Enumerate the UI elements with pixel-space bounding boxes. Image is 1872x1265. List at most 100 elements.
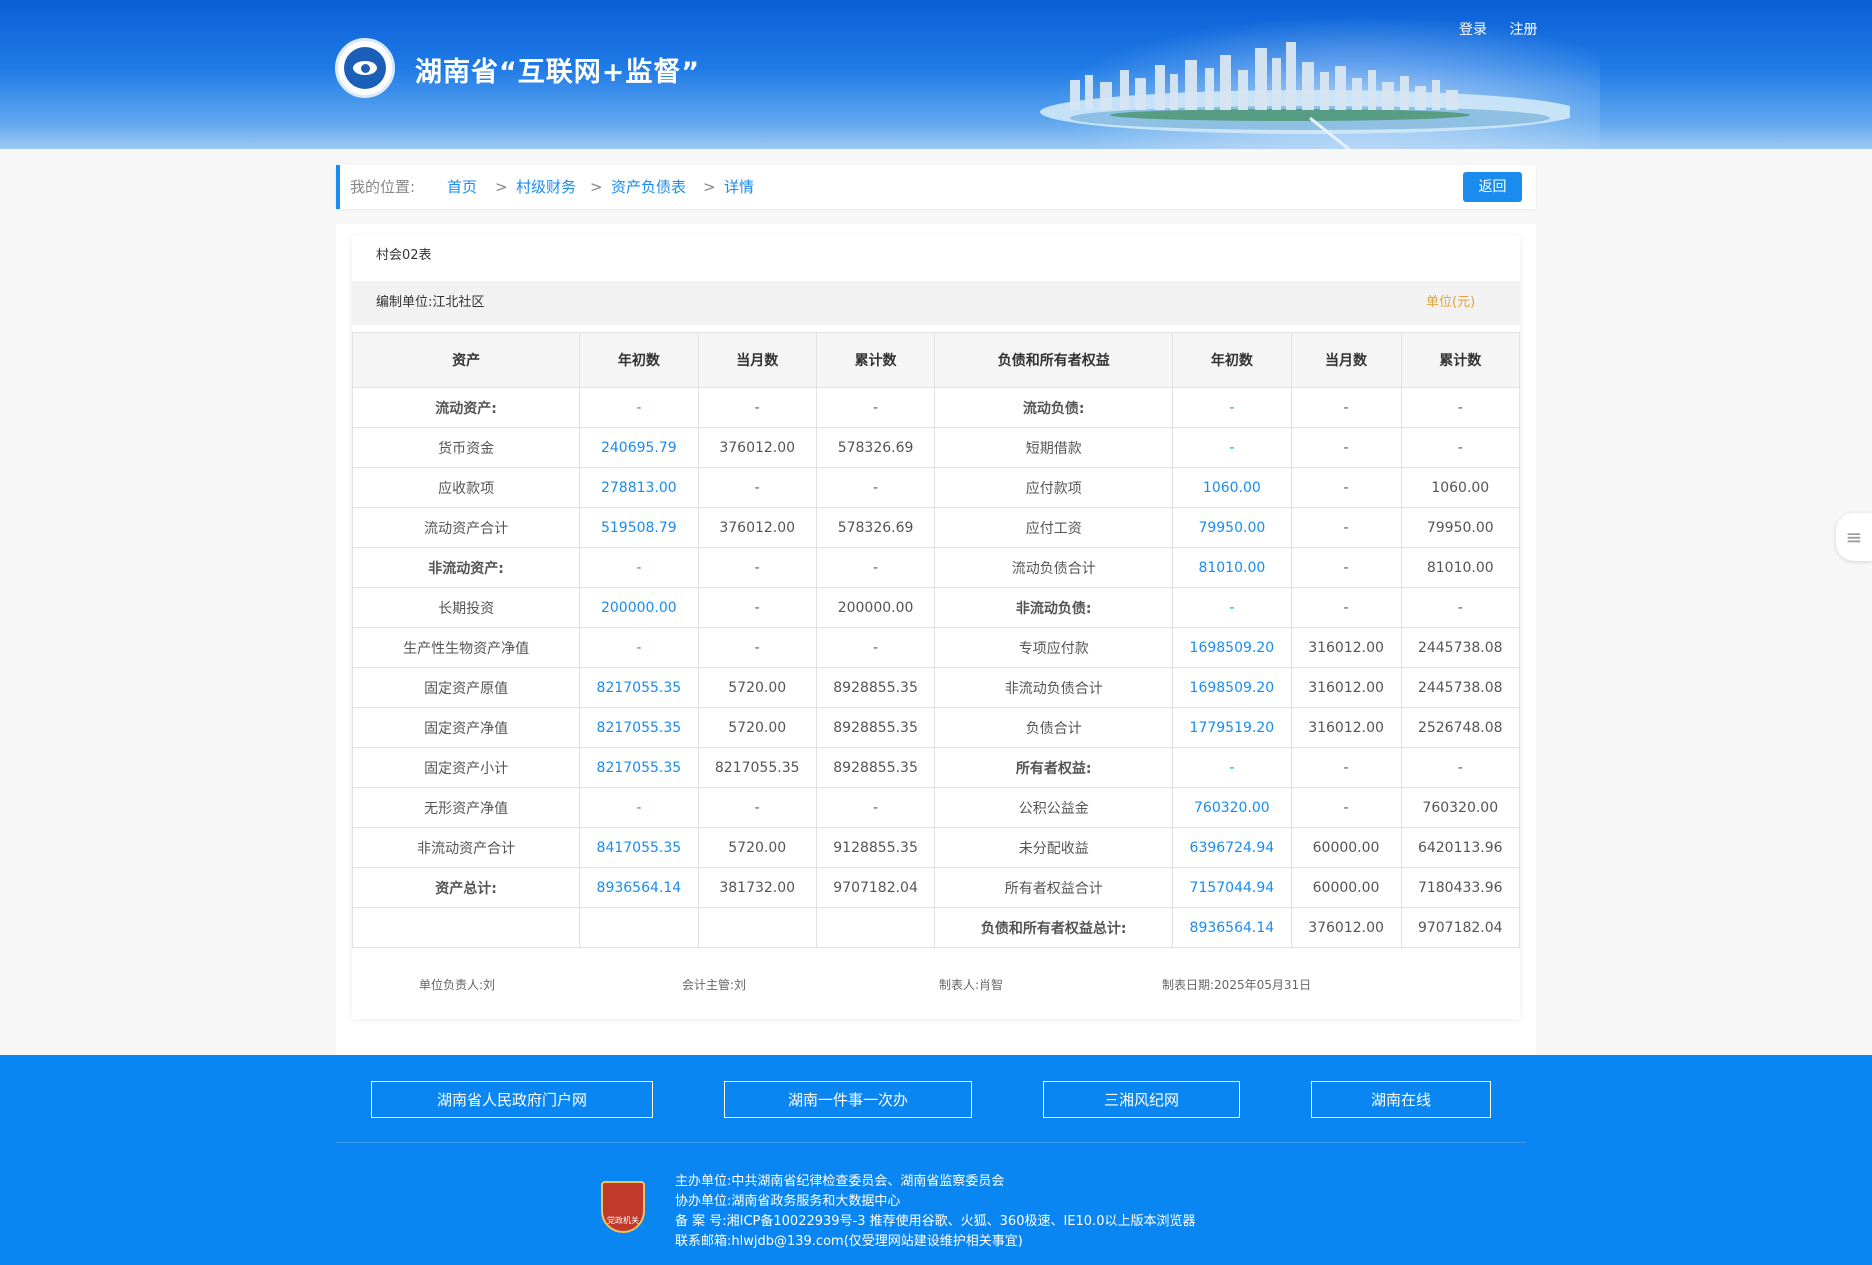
liability-item-label: 公积公益金 xyxy=(934,787,1174,828)
header-cumulative: 累计数 xyxy=(1400,332,1521,388)
month-value: - xyxy=(697,547,817,588)
footer-link-one-thing[interactable]: 湖南一件事一次办 xyxy=(724,1081,972,1118)
begin-value-link[interactable]: 8217055.35 xyxy=(579,747,699,788)
emblem-text: 党政机关 xyxy=(607,1216,639,1225)
begin-value-link[interactable]: 8217055.35 xyxy=(579,707,699,748)
begin-value-link[interactable]: 519508.79 xyxy=(579,507,699,548)
month-value: - xyxy=(1290,587,1402,628)
liability-item-label: 非流动负债合计 xyxy=(934,667,1174,708)
liability-item-label: 短期借款 xyxy=(934,427,1174,468)
liability-item-label: 专项应付款 xyxy=(934,627,1174,668)
month-value xyxy=(697,907,817,948)
header-assets: 资产 xyxy=(351,332,581,388)
header-month: 当月数 xyxy=(1290,332,1402,388)
month-value: 316012.00 xyxy=(1290,707,1402,748)
header-begin: 年初数 xyxy=(1172,332,1292,388)
begin-value-link[interactable]: 8417055.35 xyxy=(579,827,699,868)
report-date: 制表日期:2025年05月31日 xyxy=(1162,978,1312,992)
asset-item-label: 资产总计: xyxy=(351,867,581,908)
begin-value-link[interactable]: 200000.00 xyxy=(579,587,699,628)
footer-link-hunan-online[interactable]: 湖南在线 xyxy=(1311,1081,1491,1118)
table-row: 货币资金 240695.79 376012.00 578326.69 短期借款 - - - xyxy=(351,427,1521,468)
footer-link-gov-portal[interactable]: 湖南省人民政府门户网 xyxy=(371,1081,653,1118)
asset-item-label: 固定资产净值 xyxy=(351,707,581,748)
table-row: 非流动资产合计 8417055.35 5720.00 9128855.35 未分配收益 6… xyxy=(351,827,1521,868)
liability-item-label: 应付款项 xyxy=(934,467,1174,508)
begin-value-link[interactable]: 6396724.94 xyxy=(1172,827,1292,868)
begin-value-link[interactable]: - xyxy=(579,387,699,428)
begin-value-link[interactable]: 8217055.35 xyxy=(579,667,699,708)
asset-item-label: 无形资产净值 xyxy=(351,787,581,828)
month-value: - xyxy=(1290,427,1402,468)
begin-value-link[interactable]: 79950.00 xyxy=(1172,507,1292,548)
table-body: 流动资产: - - - 流动负债: - - - 货币资金 240695.79 376012.00 57… xyxy=(351,387,1521,948)
begin-value-link[interactable]: 240695.79 xyxy=(579,427,699,468)
back-button[interactable]: 返回 xyxy=(1463,172,1522,202)
begin-value-link[interactable]: 8936564.14 xyxy=(1172,907,1292,948)
breadcrumb-detail: 详情 xyxy=(724,178,755,196)
month-value: - xyxy=(697,787,817,828)
header-month: 当月数 xyxy=(697,332,817,388)
liability-item-label: 非流动负债: xyxy=(934,587,1174,628)
begin-value-link[interactable]: 278813.00 xyxy=(579,467,699,508)
begin-value-link[interactable]: - xyxy=(579,787,699,828)
month-value: 60000.00 xyxy=(1290,867,1402,908)
breadcrumb-home[interactable]: 首页 xyxy=(447,165,477,209)
footer-divider xyxy=(336,1142,1526,1143)
asset-item-label: 流动资产: xyxy=(351,387,581,428)
cumulative-value: - xyxy=(1400,427,1521,468)
begin-value-link[interactable]: 7157044.94 xyxy=(1172,867,1292,908)
begin-value-link[interactable]: 1779519.20 xyxy=(1172,707,1292,748)
register-link[interactable]: 注册 xyxy=(1509,22,1537,38)
cumulative-value: 9707182.04 xyxy=(815,867,936,908)
cumulative-value: - xyxy=(1400,387,1521,428)
breadcrumb-separator: > xyxy=(590,178,603,196)
cumulative-value: 8928855.35 xyxy=(815,707,936,748)
cumulative-value: - xyxy=(815,467,936,508)
balance-sheet-table: 资产 年初数 当月数 累计数 负债和所有者权益 年初数 当月数 累计数 流动资产… xyxy=(351,332,1521,948)
asset-item-label: 固定资产小计 xyxy=(351,747,581,788)
eye-seal-logo-icon[interactable] xyxy=(335,38,395,98)
party-emblem-icon[interactable]: 党政机关 xyxy=(601,1181,645,1233)
begin-value-link[interactable]: 81010.00 xyxy=(1172,547,1292,588)
asset-item-label: 非流动资产合计 xyxy=(351,827,581,868)
liability-item-label: 未分配收益 xyxy=(934,827,1174,868)
cumulative-value: 1060.00 xyxy=(1400,467,1521,508)
site-title: 湖南省“互联网+监督” xyxy=(415,57,701,88)
currency-unit: 单位(元) xyxy=(1426,295,1476,310)
breadcrumb-village-finance[interactable]: 村级财务 xyxy=(516,165,576,209)
begin-value-link[interactable]: - xyxy=(1172,387,1292,428)
table-row: 固定资产净值 8217055.35 5720.00 8928855.35 负债合计 177… xyxy=(351,707,1521,748)
collapse-menu-icon[interactable]: ≡ xyxy=(1836,513,1872,561)
table-header-row: 资产 年初数 当月数 累计数 负债和所有者权益 年初数 当月数 累计数 xyxy=(351,332,1521,388)
month-value: 5720.00 xyxy=(697,667,817,708)
header-cumulative: 累计数 xyxy=(815,332,936,388)
login-link[interactable]: 登录 xyxy=(1459,22,1487,38)
begin-value-link[interactable]: 1698509.20 xyxy=(1172,627,1292,668)
cumulative-value: 578326.69 xyxy=(815,507,936,548)
begin-value-link[interactable]: 1698509.20 xyxy=(1172,667,1292,708)
liability-item-label: 负债和所有者权益总计: xyxy=(934,907,1174,948)
accounting-head: 会计主管:刘 xyxy=(682,978,747,992)
asset-item-label: 固定资产原值 xyxy=(351,667,581,708)
cumulative-value xyxy=(815,907,936,948)
begin-value-link[interactable]: - xyxy=(1172,587,1292,628)
cumulative-value: 2445738.08 xyxy=(1400,627,1521,668)
month-value: - xyxy=(1290,387,1402,428)
begin-value-link[interactable]: - xyxy=(579,547,699,588)
form-code: 村会02表 xyxy=(376,248,432,263)
month-value: - xyxy=(697,627,817,668)
begin-value-link[interactable]: - xyxy=(1172,427,1292,468)
breadcrumb-balance-sheet[interactable]: 资产负债表 xyxy=(611,165,686,209)
asset-item-label xyxy=(351,907,581,948)
begin-value-link[interactable]: 8936564.14 xyxy=(579,867,699,908)
begin-value-link[interactable]: 760320.00 xyxy=(1172,787,1292,828)
footer-link-sanxiang[interactable]: 三湘风纪网 xyxy=(1043,1081,1240,1118)
month-value: 376012.00 xyxy=(697,427,817,468)
begin-value-link[interactable]: 1060.00 xyxy=(1172,467,1292,508)
begin-value-link[interactable]: - xyxy=(1172,747,1292,788)
begin-value-link[interactable]: - xyxy=(579,627,699,668)
unit-head: 单位负责人:刘 xyxy=(419,978,496,992)
asset-item-label: 非流动资产: xyxy=(351,547,581,588)
table-row: 固定资产小计 8217055.35 8217055.35 8928855.35 所有者权… xyxy=(351,747,1521,788)
